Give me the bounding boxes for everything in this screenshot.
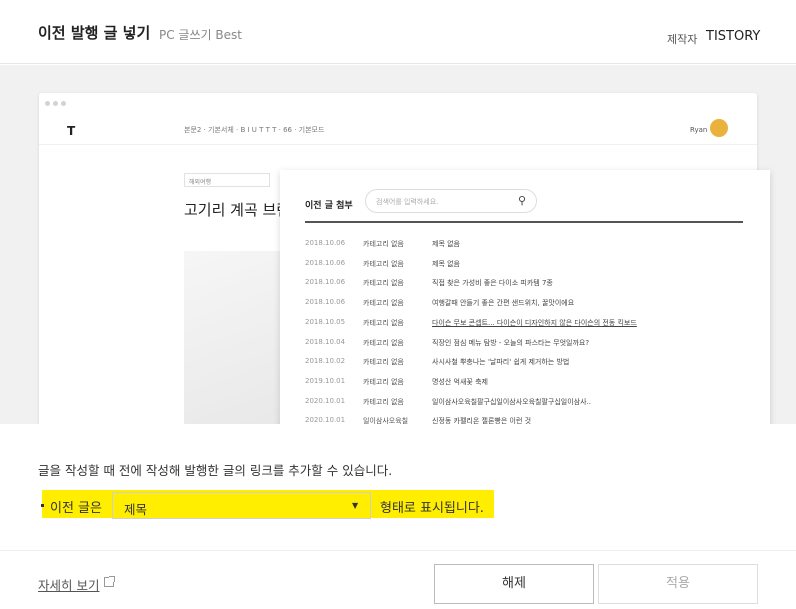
post-category: 카테고리 없음	[363, 279, 404, 288]
caret-down-icon: ▼	[352, 501, 359, 510]
post-category: 카테고리 없음	[363, 240, 404, 248]
post-date: 2020.10.01	[305, 416, 346, 424]
editor-user-name: Ryan	[690, 126, 708, 134]
post-title-preview: 고기리 계곡 브런	[184, 201, 291, 219]
post-category: 카테고리 없음	[363, 318, 404, 327]
post-date: 2018.10.06	[305, 278, 346, 287]
popup-title: 이전 글 첨부	[305, 201, 353, 211]
post-title: 직장인 점심 메뉴 탐방 - 오늘의 파스타는 무엇일까요?	[432, 338, 590, 347]
post-category: 일이삼사오육칠	[363, 417, 409, 424]
post-date: 2018.10.05	[305, 317, 346, 326]
post-date: 2018.10.02	[305, 357, 346, 366]
more-info-link[interactable]: 자세히 보기	[38, 575, 99, 594]
post-date: 2020.10.01	[305, 396, 346, 405]
post-date: 2018.10.06	[305, 298, 346, 307]
creator-label: 제작자	[667, 33, 698, 46]
display-format-value: 제목	[124, 502, 148, 517]
post-title: 직접 찾은 가성비 좋은 다이소 피카템 7종	[432, 279, 553, 288]
post-category: 카테고리 없음	[363, 377, 404, 386]
post-date: 2018.10.06	[305, 239, 346, 247]
display-format-select[interactable]: 제목 ▼	[112, 492, 371, 519]
post-title: 사시사철 뿌충나는 '날파리' 쉽게 제거하는 방법	[432, 358, 570, 367]
post-category: 카테고리 없음	[363, 397, 404, 406]
post-category: 카테고리 없음	[363, 338, 404, 347]
magnifier-icon: ⚲	[518, 194, 527, 207]
post-title: 여행갈때 안들기 좋은 간편 샌드위치, 꿀맛이에요	[432, 299, 575, 308]
popup-search-input: 검색어를 입력하세요. ⚲	[365, 189, 537, 213]
post-title: 다이슨 무보 콘셉트... 다이슨이 디자인하지 않은 다이슨의 전동 킥보드	[432, 318, 637, 327]
option-label: 이전 글은	[50, 501, 102, 516]
option-suffix: 형태로 표시됩니다.	[380, 501, 484, 516]
cancel-button[interactable]: 해제	[434, 564, 594, 604]
tistory-logo-icon: T	[67, 124, 75, 138]
external-link-icon	[104, 576, 115, 587]
post-title: 신정동 카펠리온 젤론빵은 이런 것	[432, 417, 532, 424]
post-date: 2018.10.06	[305, 258, 346, 267]
modal-header: 이전 발행 글 넣기 PC 글쓰기 Best 제작자 TISTORY	[0, 0, 796, 64]
creator-name: TISTORY	[706, 29, 761, 44]
post-title: 명성산 억새꽃 축제	[432, 377, 488, 386]
post-date: 2019.10.01	[305, 376, 346, 385]
window-dot-icon	[61, 101, 66, 106]
search-placeholder: 검색어를 입력하세요.	[376, 198, 439, 206]
post-category: 카테고리 없음	[363, 299, 404, 308]
modal-footer: 자세히 보기 해제 적용	[0, 550, 796, 609]
bullet-icon	[41, 504, 44, 507]
preview-area: T 본문2 · 기본서체 · B I U T T T · 66 · 기본모드 R…	[0, 65, 796, 424]
apply-button[interactable]: 적용	[598, 564, 758, 604]
description-text: 글을 작성할 때 전에 작성해 발행한 글의 링크를 추가할 수 있습니다.	[38, 463, 393, 478]
editor-toolbar: 본문2 · 기본서체 · B I U T T T · 66 · 기본모드	[184, 126, 325, 134]
post-date: 2018.10.04	[305, 337, 346, 346]
post-title: 제목 없음	[432, 259, 460, 268]
post-title: 제목 없음	[432, 240, 460, 248]
divider	[305, 221, 743, 223]
category-select-preview: 해외여행	[184, 173, 270, 187]
editor-header: T 본문2 · 기본서체 · B I U T T T · 66 · 기본모드 R…	[39, 115, 757, 145]
post-category: 카테고리 없음	[363, 259, 404, 268]
avatar	[710, 119, 728, 137]
post-title: 일이삼사오육칠팔구십일이삼사오육칠팔구십일이삼사..	[432, 397, 592, 406]
window-dot-icon	[45, 101, 50, 106]
modal-subtitle: PC 글쓰기 Best	[159, 28, 242, 42]
window-controls	[39, 93, 757, 115]
previous-post-popup-preview: 이전 글 첨부 검색어를 입력하세요. ⚲ 2018.10.06 카테고리 없음 제…	[280, 170, 770, 424]
post-category: 카테고리 없음	[363, 358, 404, 367]
window-dot-icon	[53, 101, 58, 106]
modal-title: 이전 발행 글 넣기	[38, 24, 151, 42]
